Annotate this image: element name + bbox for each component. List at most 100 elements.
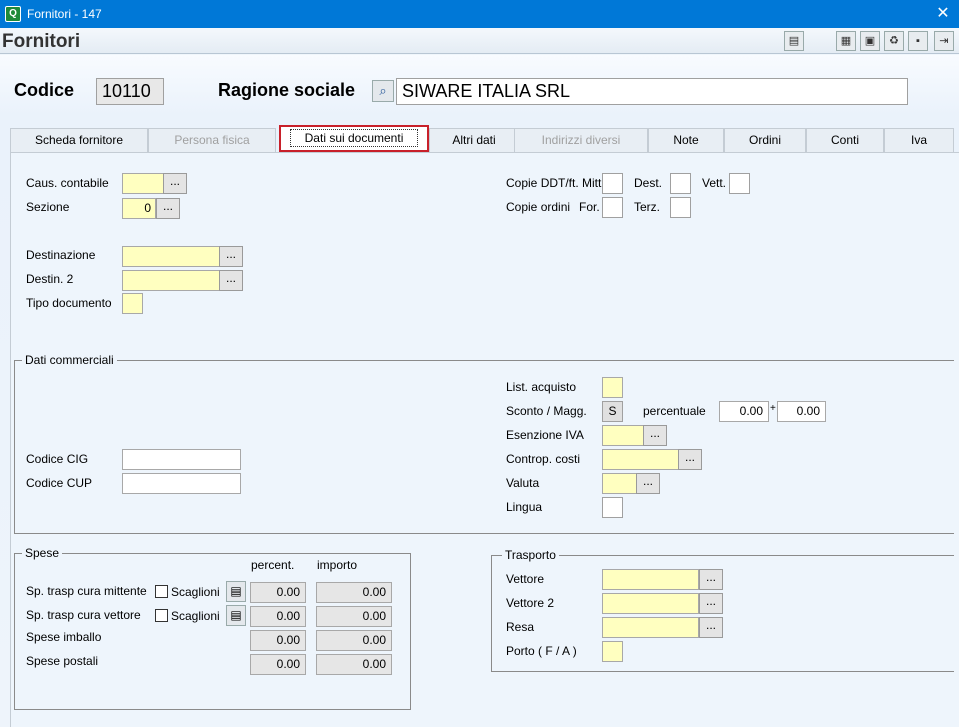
- copie-ordini-for-field[interactable]: [602, 197, 623, 218]
- vett-label: Vett.: [702, 176, 727, 190]
- report-icon[interactable]: ▦: [836, 31, 856, 51]
- valuta-field[interactable]: [602, 473, 637, 494]
- calculator-icon[interactable]: ▤: [226, 581, 246, 602]
- terz-label: Terz.: [634, 200, 661, 214]
- resa-lookup-button[interactable]: ...: [699, 617, 723, 638]
- esenzione-iva-label: Esenzione IVA: [506, 428, 584, 442]
- tipo-documento-label: Tipo documento: [26, 296, 112, 310]
- destinazione-label: Destinazione: [26, 248, 96, 262]
- tab-altri-dati[interactable]: Altri dati: [429, 128, 519, 152]
- lingua-label: Lingua: [506, 500, 543, 514]
- trasporto-title: Trasporto: [502, 548, 559, 562]
- percentuale-1-field[interactable]: 0.00: [719, 401, 769, 422]
- copie-ddt-vett-field[interactable]: [729, 173, 750, 194]
- codice-cup-field[interactable]: [122, 473, 241, 494]
- scaglioni-label: Scaglioni: [171, 585, 220, 599]
- sconto-magg-field[interactable]: S: [602, 401, 623, 422]
- commerciali-divider: [14, 360, 954, 361]
- destinazione-lookup-button[interactable]: ...: [219, 246, 243, 267]
- porto-field[interactable]: [602, 641, 623, 662]
- scaglioni-label: Scaglioni: [171, 609, 220, 623]
- spese-percent-field[interactable]: 0.00: [250, 630, 306, 651]
- esenzione-iva-lookup-button[interactable]: ...: [643, 425, 667, 446]
- spese-title: Spese: [22, 546, 63, 560]
- search-icon[interactable]: ⌕: [372, 80, 394, 102]
- codice-cig-field[interactable]: [122, 449, 241, 470]
- copie-ordini-terz-field[interactable]: [670, 197, 691, 218]
- destin2-label: Destin. 2: [26, 272, 74, 286]
- trasporto-divider: [491, 555, 954, 556]
- destin2-lookup-button[interactable]: ...: [219, 270, 243, 291]
- copy-icon[interactable]: ▣: [860, 31, 880, 51]
- scaglioni-mittente-checkbox[interactable]: [155, 585, 168, 598]
- spese-row-label: Spese imballo: [26, 630, 102, 644]
- tab-ordini[interactable]: Ordini: [724, 128, 806, 152]
- tipo-documento-field[interactable]: [122, 293, 143, 314]
- ragione-sociale-field[interactable]: SIWARE ITALIA SRL: [396, 78, 908, 105]
- dati-commerciali-title: Dati commerciali: [22, 353, 117, 367]
- vettore-label: Vettore: [506, 572, 545, 586]
- spese-percent-field[interactable]: 0.00: [250, 606, 306, 627]
- esenzione-iva-field[interactable]: [602, 425, 644, 446]
- resa-field[interactable]: [602, 617, 699, 638]
- vettore2-lookup-button[interactable]: ...: [699, 593, 723, 614]
- commerciali-bottom-border: [14, 533, 954, 534]
- delete-icon[interactable]: ♻: [884, 31, 904, 51]
- tab-conti[interactable]: Conti: [806, 128, 884, 152]
- copie-ddt-dest-field[interactable]: [670, 173, 691, 194]
- sezione-field[interactable]: 0: [122, 198, 156, 219]
- caus-contabile-lookup-button[interactable]: ...: [163, 173, 187, 194]
- spese-percent-field[interactable]: 0.00: [250, 654, 306, 675]
- trasporto-left-border: [491, 555, 492, 672]
- calculator-icon[interactable]: ▤: [784, 31, 804, 51]
- tab-persona-fisica[interactable]: Persona fisica: [148, 128, 276, 152]
- page-title: Fornitori: [2, 31, 81, 52]
- spese-importo-field[interactable]: 0.00: [316, 630, 392, 651]
- tab-note[interactable]: Note: [648, 128, 724, 152]
- destin2-field[interactable]: [122, 270, 220, 291]
- copie-ordini-label: Copie ordini: [506, 200, 571, 214]
- copie-ddt-label: Copie DDT/ft. Mitt.: [506, 176, 605, 190]
- vettore-field[interactable]: [602, 569, 699, 590]
- porto-label: Porto ( F / A ): [506, 644, 577, 658]
- controp-costi-lookup-button[interactable]: ...: [678, 449, 702, 470]
- percentuale-2-field[interactable]: 0.00: [777, 401, 826, 422]
- codice-field[interactable]: 10110: [96, 78, 164, 105]
- spese-importo-field[interactable]: 0.00: [316, 582, 392, 603]
- exit-icon[interactable]: ⇥: [934, 31, 954, 51]
- tab-scheda-fornitore[interactable]: Scheda fornitore: [10, 128, 148, 152]
- save-icon[interactable]: ▪: [908, 31, 928, 51]
- scaglioni-vettore-checkbox[interactable]: [155, 609, 168, 622]
- list-acquisto-field[interactable]: [602, 377, 623, 398]
- spese-importo-field[interactable]: 0.00: [316, 654, 392, 675]
- codice-cup-label: Codice CUP: [26, 476, 93, 490]
- app-icon: Q: [5, 6, 21, 22]
- vettore-lookup-button[interactable]: ...: [699, 569, 723, 590]
- for-label: For.: [579, 200, 600, 214]
- spese-row-label: Spese postali: [26, 654, 99, 668]
- controp-costi-field[interactable]: [602, 449, 679, 470]
- dest-label: Dest.: [634, 176, 663, 190]
- list-acquisto-label: List. acquisto: [506, 380, 577, 394]
- sezione-lookup-button[interactable]: ...: [156, 198, 180, 219]
- lingua-field[interactable]: [602, 497, 623, 518]
- caus-contabile-field[interactable]: [122, 173, 164, 194]
- spese-importo-field[interactable]: 0.00: [316, 606, 392, 627]
- copie-ddt-mitt-field[interactable]: [602, 173, 623, 194]
- calculator-icon[interactable]: ▤: [226, 605, 246, 626]
- destinazione-field[interactable]: [122, 246, 220, 267]
- codice-cig-label: Codice CIG: [26, 452, 89, 466]
- plus-sign: +: [770, 403, 776, 414]
- tab-dati-sui-documenti[interactable]: Dati sui documenti: [279, 125, 429, 152]
- caus-contabile-label: Caus. contabile: [26, 176, 109, 190]
- valuta-lookup-button[interactable]: ...: [636, 473, 660, 494]
- spese-percent-field[interactable]: 0.00: [250, 582, 306, 603]
- commerciali-left-border: [14, 360, 15, 534]
- close-icon[interactable]: ✕: [932, 3, 954, 25]
- trasporto-bottom-border: [491, 671, 954, 672]
- codice-label: Codice: [14, 80, 75, 100]
- percentuale-label: percentuale: [643, 404, 706, 418]
- tab-iva[interactable]: Iva: [884, 128, 954, 152]
- tab-indirizzi-diversi[interactable]: Indirizzi diversi: [514, 128, 648, 152]
- vettore2-field[interactable]: [602, 593, 699, 614]
